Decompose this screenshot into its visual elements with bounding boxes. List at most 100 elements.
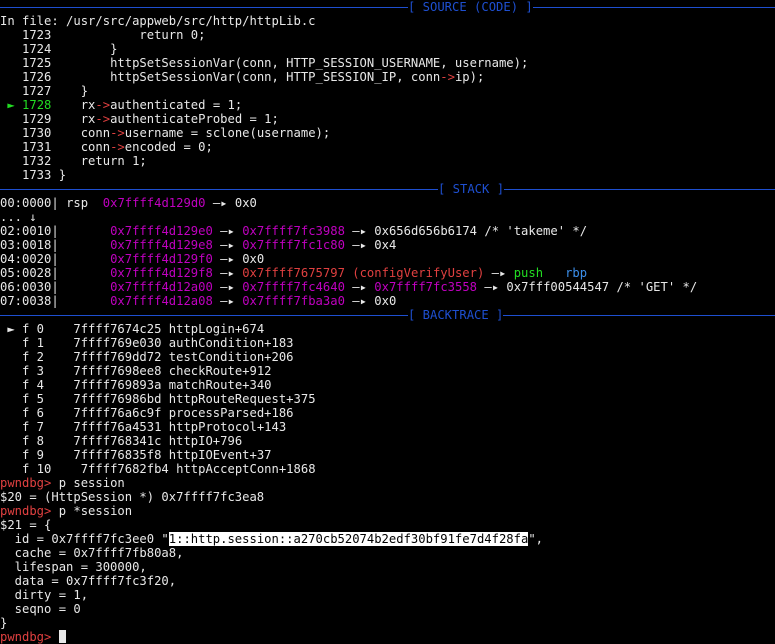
arrow-icon: —▸ bbox=[220, 238, 235, 252]
frame-marker: f 5 bbox=[0, 392, 45, 406]
frame-address: 7ffff7674c25 bbox=[44, 322, 162, 336]
stack-value: 0x0 bbox=[242, 252, 265, 266]
session-field: data = 0x7ffff7fc3f20, bbox=[0, 574, 177, 588]
stack-address: 0x7ffff4d129f0 bbox=[110, 252, 213, 266]
frame-symbol: testCondition+206 bbox=[168, 350, 294, 364]
stack-value: 0x0 bbox=[234, 196, 257, 210]
line-number: 1724 bbox=[0, 42, 52, 56]
arrow-icon: —▸ bbox=[220, 252, 235, 266]
current-line-arrow-icon: ► bbox=[0, 98, 23, 112]
frame-symbol: httpProtocol+143 bbox=[168, 420, 287, 434]
source-line: ► 1728 rx->authenticated = 1; bbox=[0, 98, 242, 112]
console-output-1: $20 = (HttpSession *) 0x7ffff7fc3ea8 bbox=[0, 490, 265, 504]
stack-offset: 07:0038 bbox=[0, 294, 52, 308]
backtrace-frame: f 7 7ffff76a4531 httpProtocol+143 bbox=[0, 420, 286, 434]
frame-address: 7ffff76a4531 bbox=[44, 420, 162, 434]
stack-value: 0x656d656b6174 /* 'takeme' */ bbox=[374, 224, 588, 238]
source-code: conn->username = sclone(username); bbox=[51, 126, 331, 140]
stack-pointer: 0x7ffff7fc3558 bbox=[374, 280, 478, 294]
stack-address: 0x7ffff4d129f8 bbox=[110, 266, 213, 280]
frame-symbol: httpIO+796 bbox=[168, 434, 243, 448]
source-section-header: [ SOURCE (CODE) ] bbox=[0, 0, 775, 14]
backtrace-frame: f 4 7ffff769893a matchRoute+340 bbox=[0, 378, 272, 392]
arrow-icon: —▸ bbox=[212, 196, 228, 210]
backtrace-frame: f 1 7ffff769e030 authCondition+183 bbox=[0, 336, 294, 350]
source-code: httpSetSessionVar(conn, HTTP_SESSION_USE… bbox=[51, 56, 529, 70]
stack-offset: 05:0028 bbox=[0, 266, 52, 280]
frame-address: 7ffff76835f8 bbox=[44, 448, 162, 462]
stack-address: 0x7ffff4d129e8 bbox=[110, 238, 213, 252]
source-code: httpSetSessionVar(conn, HTTP_SESSION_IP,… bbox=[51, 70, 485, 84]
backtrace-frame: f 6 7ffff76a6c9f processParsed+186 bbox=[0, 406, 294, 420]
frame-address: 7ffff76986bd bbox=[44, 392, 162, 406]
stack-header-label: [ STACK ] bbox=[438, 182, 505, 196]
arrow-icon: —▸ bbox=[491, 266, 507, 280]
source-line: 1724 } bbox=[0, 42, 117, 56]
session-field: seqno = 0 bbox=[0, 602, 81, 616]
line-number: 1730 bbox=[0, 126, 52, 140]
source-line: 1727 } bbox=[0, 84, 88, 98]
stack-row: 02:0010| 0x7ffff4d129e0 —▸ 0x7ffff7fc398… bbox=[0, 224, 588, 238]
arrow-icon: —▸ bbox=[352, 294, 367, 308]
frame-address: 7ffff768341c bbox=[44, 434, 162, 448]
pwndbg-prompt: pwndbg> bbox=[0, 504, 52, 518]
stack-offset: 06:0030 bbox=[0, 280, 52, 294]
stack-pointer: 0x7ffff7fba3a0 bbox=[242, 294, 345, 308]
console-input-line[interactable]: pwndbg> bbox=[0, 630, 66, 644]
stack-pointer: 0x7ffff7fc1c80 bbox=[242, 238, 345, 252]
frame-marker: f 3 bbox=[0, 364, 45, 378]
frame-symbol: authCondition+183 bbox=[168, 336, 294, 350]
arrow-icon: —▸ bbox=[220, 280, 235, 294]
stack-offset: 03:0018 bbox=[0, 238, 52, 252]
stack-row: 07:0038| 0x7ffff4d12a08 —▸ 0x7ffff7fba3a… bbox=[0, 294, 397, 308]
frame-marker: f 6 bbox=[0, 406, 45, 420]
arrow-icon: —▸ bbox=[352, 238, 367, 252]
line-number: 1732 bbox=[0, 154, 52, 168]
backtrace-frame: f 8 7ffff768341c httpIO+796 bbox=[0, 434, 242, 448]
stack-value: 0x7fff00544547 /* 'GET' */ bbox=[506, 280, 698, 294]
backtrace-frame: f 5 7ffff76986bd httpRouteRequest+375 bbox=[0, 392, 316, 406]
frame-symbol: httpAcceptConn+1868 bbox=[176, 462, 316, 476]
arrow-icon: —▸ bbox=[484, 280, 500, 294]
session-field: dirty = 1, bbox=[0, 588, 89, 602]
console-line-cmd2: pwndbg> p *session bbox=[0, 504, 132, 518]
session-field: lifespan = 300000, bbox=[0, 560, 147, 574]
source-code: rx->authenticateProbed = 1; bbox=[51, 112, 279, 126]
instruction-operand: rbp bbox=[565, 266, 588, 280]
frame-marker: f 4 bbox=[0, 378, 45, 392]
pwndbg-prompt: pwndbg> bbox=[0, 476, 52, 490]
stack-offset: 00:0000 bbox=[0, 196, 52, 210]
stack-row-0: 00:0000| rsp 0x7ffff4d129d0 —▸ 0x0 bbox=[0, 196, 257, 210]
frame-symbol: processParsed+186 bbox=[168, 406, 294, 420]
line-number: 1726 bbox=[0, 70, 52, 84]
arrow-icon: —▸ bbox=[352, 224, 367, 238]
frame-address: 7ffff769dd72 bbox=[44, 350, 162, 364]
stack-pointer: 0x7ffff7fc4640 bbox=[242, 280, 345, 294]
source-line: 1725 httpSetSessionVar(conn, HTTP_SESSIO… bbox=[0, 56, 528, 70]
source-code: } bbox=[51, 84, 89, 98]
stack-value: 0x4 bbox=[374, 238, 397, 252]
frame-address: 7ffff769e030 bbox=[44, 336, 162, 350]
stack-address: 0x7ffff4d129d0 bbox=[102, 196, 206, 210]
frame-marker: ► f 0 bbox=[0, 322, 45, 336]
source-line: 1726 httpSetSessionVar(conn, HTTP_SESSIO… bbox=[0, 70, 484, 84]
frame-symbol: matchRoute+340 bbox=[168, 378, 272, 392]
text-cursor bbox=[58, 630, 66, 643]
line-number: 1728 bbox=[22, 98, 52, 112]
command-text: p *session bbox=[51, 504, 133, 518]
frame-symbol: httpLogin+674 bbox=[168, 322, 265, 336]
session-id-selected[interactable]: 1::http.session::a270cb52074b2edf30bf91f… bbox=[168, 532, 529, 546]
source-line: 1730 conn->username = sclone(username); bbox=[0, 126, 330, 140]
frame-marker: f 2 bbox=[0, 350, 45, 364]
stack-value: 0x0 bbox=[374, 294, 397, 308]
source-line: 1732 return 1; bbox=[0, 154, 147, 168]
arrow-icon: —▸ bbox=[220, 224, 235, 238]
line-number: 1725 bbox=[0, 56, 52, 70]
source-line: 1731 conn->encoded = 0; bbox=[0, 140, 213, 154]
source-code: } bbox=[51, 168, 67, 182]
arrow-icon: —▸ bbox=[220, 294, 235, 308]
backtrace-frame: f 9 7ffff76835f8 httpIOEvent+37 bbox=[0, 448, 272, 462]
stack-section-header: [ STACK ] bbox=[0, 182, 775, 196]
frame-marker: f 7 bbox=[0, 420, 45, 434]
source-line: 1723 return 0; bbox=[0, 28, 205, 42]
